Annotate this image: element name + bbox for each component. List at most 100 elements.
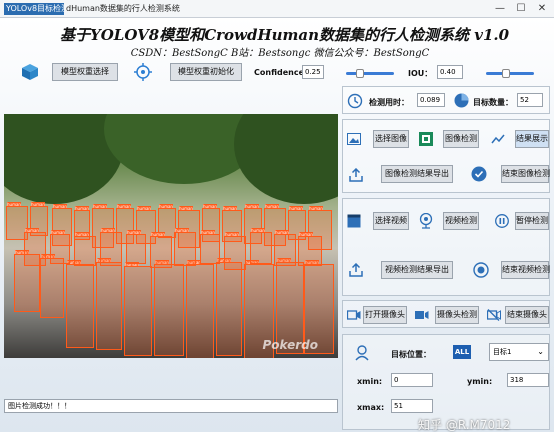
confidence-slider[interactable]: [346, 69, 394, 78]
chevron-down-icon: ⌄: [537, 347, 544, 356]
image-detect-panel: 选择图像 图像检测 结果展示 图像检测结果导出 结束图像检测: [342, 119, 550, 193]
app-badge: YOLOv8目标检测: [4, 3, 64, 15]
page-subtitle: CSDN：BestSongC B站：Bestsongc 微信公众号：BestSo…: [130, 48, 430, 59]
xmax-value: 51: [391, 399, 433, 413]
detection-label: human: [7, 202, 21, 207]
detection-label: human: [201, 230, 215, 235]
window-titlebar: YOLOv8目标检测 dHuman数据集的行人检测系统 — ☐ ✕: [0, 0, 554, 18]
end-image-button[interactable]: 结束图像检测: [501, 165, 550, 183]
xmin-label: xmin:: [357, 377, 383, 386]
window-title: dHuman数据集的行人检测系统: [66, 4, 180, 13]
detection-label: human: [117, 204, 131, 209]
detection-label: human: [225, 232, 239, 237]
detection-label: human: [75, 206, 89, 211]
camera-icon: [347, 310, 361, 320]
stop-record-icon: [473, 262, 489, 278]
close-camera-button[interactable]: 结束摄像头: [505, 306, 549, 324]
confidence-label: Confidence:: [254, 68, 308, 77]
time-label: 检测用时：: [369, 98, 409, 107]
check-circle-icon: [471, 166, 487, 182]
confidence-slider-handle[interactable]: [356, 69, 364, 78]
pause-detect-button[interactable]: 暂停检测: [515, 212, 549, 230]
detection-box: human: [154, 260, 184, 356]
detection-box: human: [40, 254, 64, 318]
cube-icon[interactable]: [20, 62, 40, 82]
iou-spinbox[interactable]: 0.40: [437, 65, 463, 79]
detection-label: human: [203, 204, 217, 209]
confidence-spinbox[interactable]: 0.25: [302, 65, 324, 79]
minimize-button[interactable]: —: [490, 2, 510, 16]
detection-label: human: [179, 206, 193, 211]
detect-video-button[interactable]: 视频检测: [443, 212, 479, 230]
count-label: 目标数量：: [473, 98, 513, 107]
detection-label: human: [175, 228, 189, 233]
detection-box: human: [150, 232, 172, 268]
detection-label: human: [101, 228, 115, 233]
iou-slider-handle[interactable]: [502, 69, 510, 78]
main-window: 基于YOLOV8模型和CrowdHuman数据集的行人检测系统 v1.0 CSD…: [0, 18, 554, 432]
select-image-button[interactable]: 选择图像: [373, 130, 409, 148]
pause-icon: [495, 214, 509, 228]
target-position-label: 目标位置：: [391, 350, 431, 359]
detection-box: human: [200, 230, 220, 264]
pie-chart-icon: [454, 93, 469, 108]
detection-label: human: [289, 206, 303, 211]
all-badge: ALL: [453, 345, 471, 359]
target-select[interactable]: 目标1 ⌄: [489, 343, 549, 361]
detection-label: human: [25, 228, 39, 233]
detection-label: human: [93, 204, 107, 209]
detection-box: human: [224, 232, 246, 270]
stats-panel: 检测用时： 0.089 目标数量： 52: [342, 86, 550, 114]
time-value: 0.089: [417, 93, 445, 107]
detection-label: human: [251, 228, 265, 233]
detection-box: human: [24, 228, 46, 266]
export-image-button[interactable]: 图像检测结果导出: [381, 165, 453, 183]
detection-label: human: [31, 202, 45, 207]
detection-box: human: [124, 262, 152, 356]
ymin-label: ymin:: [467, 377, 493, 386]
detection-label: human: [137, 206, 151, 211]
init-weights-button[interactable]: 模型权重初始化: [170, 63, 242, 81]
detection-box: human: [186, 260, 214, 358]
detection-box: human: [100, 228, 122, 266]
detection-label: human: [53, 204, 67, 209]
camera-off-icon: [487, 309, 501, 321]
xmax-label: xmax:: [357, 403, 385, 412]
xmin-value: 0: [391, 373, 433, 387]
detection-box: human: [96, 258, 122, 350]
detection-box: human: [126, 230, 146, 264]
export-video-button[interactable]: 视频检测结果导出: [381, 261, 453, 279]
detection-label: human: [265, 204, 279, 209]
camera-detect-button[interactable]: 摄像头检测: [435, 306, 479, 324]
target-icon[interactable]: [134, 63, 152, 81]
close-button[interactable]: ✕: [532, 2, 552, 16]
maximize-button[interactable]: ☐: [511, 2, 531, 16]
image-watermark: Pokerdo: [262, 338, 318, 352]
select-video-button[interactable]: 选择视频: [373, 212, 409, 230]
tree-canopy: [234, 114, 338, 204]
open-camera-button[interactable]: 打开摄像头: [363, 306, 407, 324]
count-value: 52: [517, 93, 543, 107]
target-select-value: 目标1: [493, 348, 512, 356]
iou-label: IOU：: [408, 69, 433, 78]
video-camera-icon: [415, 311, 429, 319]
detect-image-button[interactable]: 图像检测: [443, 130, 479, 148]
detection-box: human: [216, 258, 242, 356]
camera-panel: 打开摄像头 摄像头检测 结束摄像头: [342, 300, 550, 328]
clock-icon: [347, 93, 363, 109]
status-bar: 图片检测成功！！！: [4, 399, 338, 413]
upload-icon: [349, 263, 363, 277]
end-video-button[interactable]: 结束视频检测: [501, 261, 550, 279]
page-title: 基于YOLOV8模型和CrowdHuman数据集的行人检测系统 v1.0: [60, 26, 510, 44]
iou-slider[interactable]: [486, 69, 534, 78]
detection-label: human: [223, 206, 237, 211]
detection-box: human: [174, 228, 196, 266]
detection-box: human: [66, 260, 94, 348]
detection-label: human: [75, 232, 89, 237]
detection-label: human: [299, 232, 313, 237]
detection-label: human: [127, 230, 141, 235]
select-weights-button[interactable]: 模型权重选择: [52, 63, 118, 81]
show-result-button[interactable]: 结果展示: [515, 130, 549, 148]
image-icon: [347, 133, 361, 145]
detection-label: human: [309, 206, 323, 211]
